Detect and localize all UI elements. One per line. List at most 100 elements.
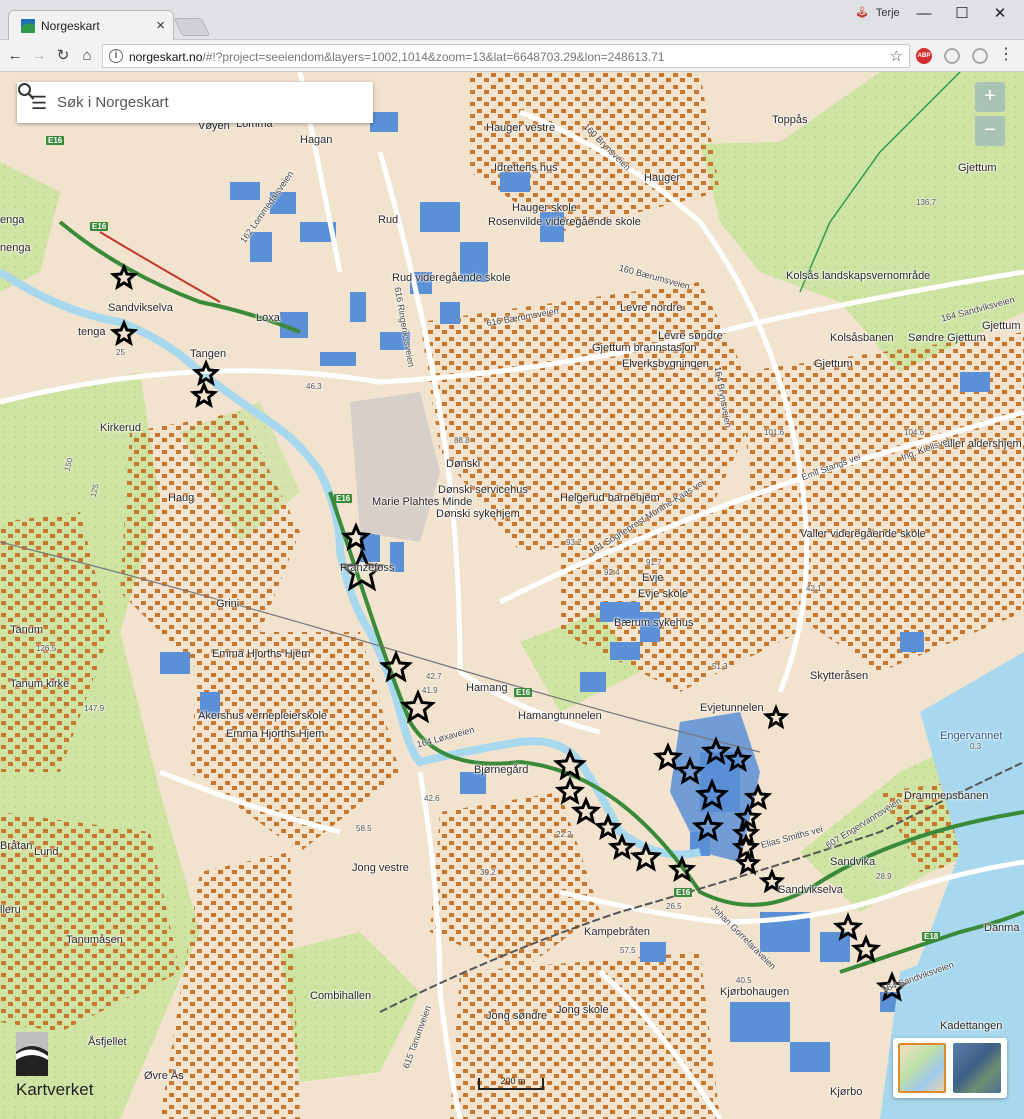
new-tab-button[interactable]	[173, 18, 211, 36]
profile-icon: 🕹	[855, 7, 869, 19]
zoom-in-button[interactable]: +	[975, 82, 1005, 112]
elevation-label: 147.9	[84, 704, 105, 713]
scale-bar: 200 m	[478, 1076, 544, 1090]
place-label: Sandvika	[830, 856, 876, 868]
route-shield: E16	[46, 136, 65, 145]
place-label: Tangen	[190, 348, 227, 360]
residential-area	[450, 952, 720, 1119]
search-input[interactable]: Søk i Norgeskart	[57, 94, 169, 111]
elevation-label: 88.8	[454, 436, 470, 445]
place-label: Jong skole	[556, 1004, 609, 1016]
elevation-label: 92.4	[604, 568, 620, 577]
adblock-plus-icon[interactable]: ABP	[916, 48, 932, 64]
place-label: Kjørbohaugen	[720, 986, 790, 998]
elevation-label: 91.7	[646, 558, 662, 567]
elevation-label: 28.9	[876, 872, 892, 881]
bookmark-star-icon[interactable]: ☆	[890, 47, 903, 65]
place-label: Kirkerud	[100, 422, 141, 434]
profile-badge[interactable]: 🕹 Terje	[855, 6, 900, 19]
home-button[interactable]: ⌂	[76, 45, 98, 67]
elevation-label: 93.2	[566, 538, 582, 547]
kartverket-logo-icon	[16, 1032, 48, 1076]
minimize-button[interactable]: —	[904, 2, 944, 26]
route-shield: E16	[90, 222, 109, 231]
zoom-out-button[interactable]: −	[975, 116, 1005, 146]
place-label: Hauger skole	[512, 202, 577, 214]
address-bar[interactable]: i norgeskart.no/#!?project=seeiendom&lay…	[102, 44, 910, 68]
kartverket-logo: Kartverket	[16, 1032, 116, 1102]
kommune-border	[99, 231, 221, 303]
place-label: Kjørbo	[830, 1086, 863, 1098]
search-icon[interactable]	[17, 82, 35, 102]
place-label: Bråtan	[0, 840, 33, 852]
browser-menu-icon[interactable]: ⋮	[998, 45, 1014, 65]
browser-tab[interactable]: Norgeskart ×	[8, 10, 174, 40]
place-label: Dønski sykehjem	[436, 508, 520, 520]
basemap-switcher	[893, 1038, 1007, 1098]
property-marker-star-icon[interactable]	[850, 934, 882, 963]
property-marker-star-icon[interactable]	[189, 381, 219, 409]
place-label: Rud	[378, 214, 399, 226]
place-label: Combihallen	[310, 990, 372, 1002]
map-view[interactable]: Vøyen Lomma Hagan Hauger vestre Toppås G…	[0, 72, 1024, 1119]
site-info-icon[interactable]: i	[109, 49, 123, 63]
property-marker-star-icon[interactable]	[762, 704, 790, 730]
elevation-label: 41.9	[422, 686, 438, 695]
place-label: Hauger	[644, 172, 681, 184]
route-shield: E18	[922, 932, 941, 941]
maximize-button[interactable]: ☐	[942, 2, 982, 26]
place-label: Danma	[984, 922, 1020, 934]
place-label: Kadettangen	[940, 1020, 1003, 1032]
place-label: Levre søndre	[658, 330, 723, 342]
map-search-box[interactable]: ☰ Søk i Norgeskart	[17, 82, 373, 123]
url-text: norgeskart.no/#!?project=seeiendom&layer…	[129, 50, 665, 64]
place-label: Bjørnegård	[474, 764, 529, 776]
forward-button[interactable]: →	[28, 45, 50, 67]
forest-area	[0, 162, 60, 292]
place-label: Øvre Ås	[144, 1070, 184, 1082]
place-label: Bærum sykehus	[614, 617, 694, 629]
basemap-topographic-button[interactable]	[898, 1043, 946, 1093]
place-label: Hamangtunnelen	[518, 710, 602, 722]
place-label: Akershus vernepleierskole	[198, 710, 328, 722]
place-label: Hagan	[300, 134, 333, 146]
place-label: Kolsåsbanen	[830, 332, 894, 344]
place-label: Evjetunnelen	[700, 702, 764, 714]
place-label: Kampebråten	[584, 926, 651, 938]
basemap-aerial-button[interactable]	[953, 1043, 1001, 1093]
elevation-label: 101.6	[764, 428, 785, 437]
extension-icon[interactable]	[972, 48, 988, 64]
place-label: tenga	[78, 326, 106, 338]
route-shield: E16	[334, 494, 353, 503]
elevation-label: 104.6	[904, 428, 925, 437]
profile-name: Terje	[875, 7, 900, 19]
place-label: Loxa	[256, 312, 280, 324]
place-label: Dønski	[446, 458, 481, 470]
elevation-label: 58.5	[356, 824, 372, 833]
place-label: Grini	[216, 598, 240, 610]
place-label: Tanum	[10, 624, 44, 636]
reload-button[interactable]: ↻	[52, 45, 74, 67]
elevation-label: 40.5	[736, 976, 752, 985]
extension-icon[interactable]	[944, 48, 960, 64]
place-label: Søndre Gjettum	[908, 332, 986, 344]
place-label: Elverksbygningen	[622, 358, 709, 370]
place-label: Tanum kirke	[10, 678, 70, 690]
quarry	[350, 392, 440, 542]
place-label: Evje skole	[638, 588, 689, 600]
back-button[interactable]: ←	[4, 45, 26, 67]
place-label: Rosenvilde videregående skole	[488, 216, 641, 228]
route-shield: E16	[514, 688, 533, 697]
browser-tab-bar: Norgeskart × 🕹 Terje — ☐ ✕	[0, 0, 1024, 40]
tab-close-icon[interactable]: ×	[156, 17, 165, 34]
place-label: Evje	[642, 572, 664, 584]
elevation-label: 42.6	[424, 794, 440, 803]
place-label: Gjettum brannstasjon	[592, 342, 697, 354]
place-label: enga	[0, 214, 25, 226]
close-window-button[interactable]: ✕	[980, 2, 1020, 26]
place-label: Kolsås landskapsvernområde	[786, 270, 931, 282]
place-label: Dønski servicehus	[438, 484, 528, 496]
elevation-label: 126.5	[36, 644, 57, 653]
scale-label: 200 m	[500, 1076, 526, 1086]
place-label: Emma Hjorths Hjem	[226, 728, 325, 740]
